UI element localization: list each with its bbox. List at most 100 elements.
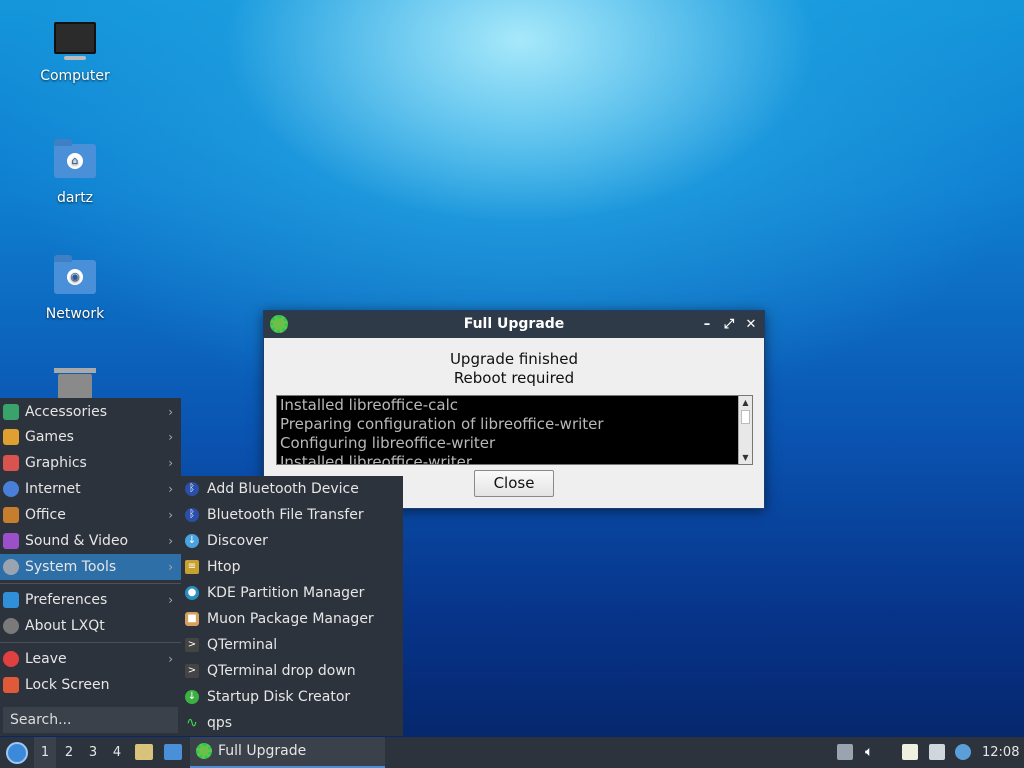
menu-item-label: Lock Screen bbox=[25, 677, 110, 693]
log-scrollbar[interactable]: ▲ ▼ bbox=[738, 396, 752, 464]
start-menu-icon[interactable] bbox=[6, 742, 28, 764]
message-reboot: Reboot required bbox=[453, 369, 575, 387]
submenu-item-label: Muon Package Manager bbox=[207, 611, 374, 627]
submenu-item-startup-disk-creator[interactable]: ↓ Startup Disk Creator bbox=[181, 684, 403, 710]
submenu-item-discover[interactable]: ↓ Discover bbox=[181, 528, 403, 554]
desktop-icon-label: dartz bbox=[56, 190, 94, 206]
workspace-2[interactable]: 2 bbox=[58, 737, 80, 768]
network-folder-icon: ◉ bbox=[53, 255, 97, 300]
terminal-icon: > bbox=[185, 638, 199, 652]
submenu-item-muon-package-manager[interactable]: ■ Muon Package Manager bbox=[181, 606, 403, 632]
task-label: Full Upgrade bbox=[218, 743, 307, 759]
maximize-button[interactable]: ⤢ bbox=[722, 311, 736, 338]
menu-search-input[interactable]: Search... bbox=[3, 707, 178, 733]
submenu-item-label: QTerminal drop down bbox=[207, 663, 356, 679]
submenu-item-qterminal-drop-down[interactable]: > QTerminal drop down bbox=[181, 658, 403, 684]
menu-item-about-lxqt[interactable]: About LXQt bbox=[0, 613, 181, 639]
system-tools-icon bbox=[3, 559, 19, 575]
discover-icon: ↓ bbox=[185, 534, 199, 548]
taskbar: 1 2 3 4 Full Upgrade 🔈︎ 12:08 bbox=[0, 737, 1024, 768]
clipboard-icon[interactable] bbox=[902, 744, 918, 760]
menu-item-leave[interactable]: Leave › bbox=[0, 646, 181, 672]
workspace-4[interactable]: 4 bbox=[106, 737, 128, 768]
submenu-item-add-bluetooth-device[interactable]: ᛒ Add Bluetooth Device bbox=[181, 476, 403, 502]
menu-item-label: Leave bbox=[25, 651, 67, 667]
menu-item-label: Sound & Video bbox=[25, 533, 129, 549]
desktop-icon-label: Computer bbox=[40, 68, 110, 84]
network-icon[interactable] bbox=[929, 744, 945, 760]
menu-item-graphics[interactable]: Graphics › bbox=[0, 450, 181, 476]
power-icon bbox=[3, 651, 19, 667]
volume-icon[interactable]: 🔈︎ bbox=[865, 744, 881, 760]
clock[interactable]: 12:08 bbox=[982, 737, 1019, 768]
message-finished: Upgrade finished bbox=[449, 350, 579, 368]
scroll-down-icon[interactable]: ▼ bbox=[739, 451, 752, 464]
submenu-item-label: Htop bbox=[207, 559, 241, 575]
sound-video-icon bbox=[3, 533, 19, 549]
desktop-icon-home[interactable]: ⌂ dartz bbox=[27, 139, 123, 206]
taskbar-task-full-upgrade[interactable]: Full Upgrade bbox=[190, 737, 385, 768]
chevron-right-icon: › bbox=[168, 560, 173, 574]
upgrade-gear-icon bbox=[196, 743, 212, 759]
upgrade-log[interactable]: Installed libreoffice-calc Preparing con… bbox=[276, 395, 753, 465]
close-window-button[interactable]: ✕ bbox=[744, 311, 758, 338]
accessories-icon bbox=[3, 404, 19, 420]
chevron-right-icon: › bbox=[168, 534, 173, 548]
file-manager-icon[interactable] bbox=[135, 744, 153, 760]
scroll-thumb[interactable] bbox=[741, 410, 750, 424]
log-line: Preparing configuration of libreoffice-w… bbox=[280, 415, 604, 433]
updates-icon[interactable] bbox=[837, 744, 853, 760]
submenu-item-label: Add Bluetooth Device bbox=[207, 481, 359, 497]
info-icon bbox=[3, 618, 19, 634]
chevron-right-icon: › bbox=[168, 593, 173, 607]
desktop-icon-computer[interactable]: Computer bbox=[27, 22, 123, 84]
partition-manager-icon: ● bbox=[185, 586, 199, 600]
menu-item-label: Internet bbox=[25, 481, 81, 497]
main-menu: Accessories › Games › Graphics › Interne… bbox=[0, 398, 181, 736]
system-tools-submenu: ᛒ Add Bluetooth Device ᛒ Bluetooth File … bbox=[181, 476, 403, 736]
menu-item-system-tools[interactable]: System Tools › bbox=[0, 554, 181, 580]
log-line: Installed libreoffice-writer bbox=[280, 453, 473, 465]
menu-item-preferences[interactable]: Preferences › bbox=[0, 587, 181, 613]
close-button[interactable]: Close bbox=[474, 470, 554, 497]
notification-icon[interactable] bbox=[955, 744, 971, 760]
submenu-item-htop[interactable]: ≡ Htop bbox=[181, 554, 403, 580]
minimize-button[interactable]: – bbox=[700, 311, 714, 338]
submenu-item-label: qps bbox=[207, 715, 233, 731]
log-line: Installed libreoffice-calc bbox=[280, 396, 459, 414]
lock-icon bbox=[3, 677, 19, 693]
menu-item-label: Games bbox=[25, 429, 74, 445]
menu-item-label: Accessories bbox=[25, 404, 108, 420]
submenu-item-label: KDE Partition Manager bbox=[207, 585, 365, 601]
scroll-up-icon[interactable]: ▲ bbox=[739, 396, 752, 409]
submenu-item-bluetooth-file-transfer[interactable]: ᛒ Bluetooth File Transfer bbox=[181, 502, 403, 528]
menu-item-sound-video[interactable]: Sound & Video › bbox=[0, 528, 181, 554]
workspace-3[interactable]: 3 bbox=[82, 737, 104, 768]
internet-icon bbox=[3, 481, 19, 497]
htop-icon: ≡ bbox=[185, 560, 199, 574]
dialog-title: Full Upgrade bbox=[463, 316, 565, 332]
submenu-item-kde-partition-manager[interactable]: ● KDE Partition Manager bbox=[181, 580, 403, 606]
upgrade-gear-icon bbox=[270, 315, 288, 333]
preferences-icon bbox=[3, 592, 19, 608]
menu-item-office[interactable]: Office › bbox=[0, 502, 181, 528]
bluetooth-icon: ᛒ bbox=[185, 508, 199, 522]
menu-item-lock-screen[interactable]: Lock Screen bbox=[0, 672, 181, 698]
menu-item-label: System Tools bbox=[25, 559, 117, 575]
menu-item-games[interactable]: Games › bbox=[0, 424, 181, 450]
menu-divider bbox=[0, 583, 181, 584]
submenu-item-qterminal[interactable]: > QTerminal bbox=[181, 632, 403, 658]
office-icon bbox=[3, 507, 19, 523]
log-line: Configuring libreoffice-writer bbox=[280, 434, 496, 452]
submenu-item-label: Startup Disk Creator bbox=[207, 689, 351, 705]
games-icon bbox=[3, 429, 19, 445]
dialog-titlebar[interactable]: Full Upgrade – ⤢ ✕ bbox=[264, 311, 764, 338]
desktop-icon-network[interactable]: ◉ Network bbox=[27, 255, 123, 322]
submenu-item-label: QTerminal bbox=[207, 637, 278, 653]
submenu-item-qps[interactable]: ∿ qps bbox=[181, 710, 403, 736]
menu-item-accessories[interactable]: Accessories › bbox=[0, 399, 181, 425]
show-desktop-icon[interactable] bbox=[164, 744, 182, 760]
dialog-message: Upgrade finished Reboot required bbox=[264, 350, 764, 388]
menu-item-internet[interactable]: Internet › bbox=[0, 476, 181, 502]
workspace-1[interactable]: 1 bbox=[34, 737, 56, 768]
